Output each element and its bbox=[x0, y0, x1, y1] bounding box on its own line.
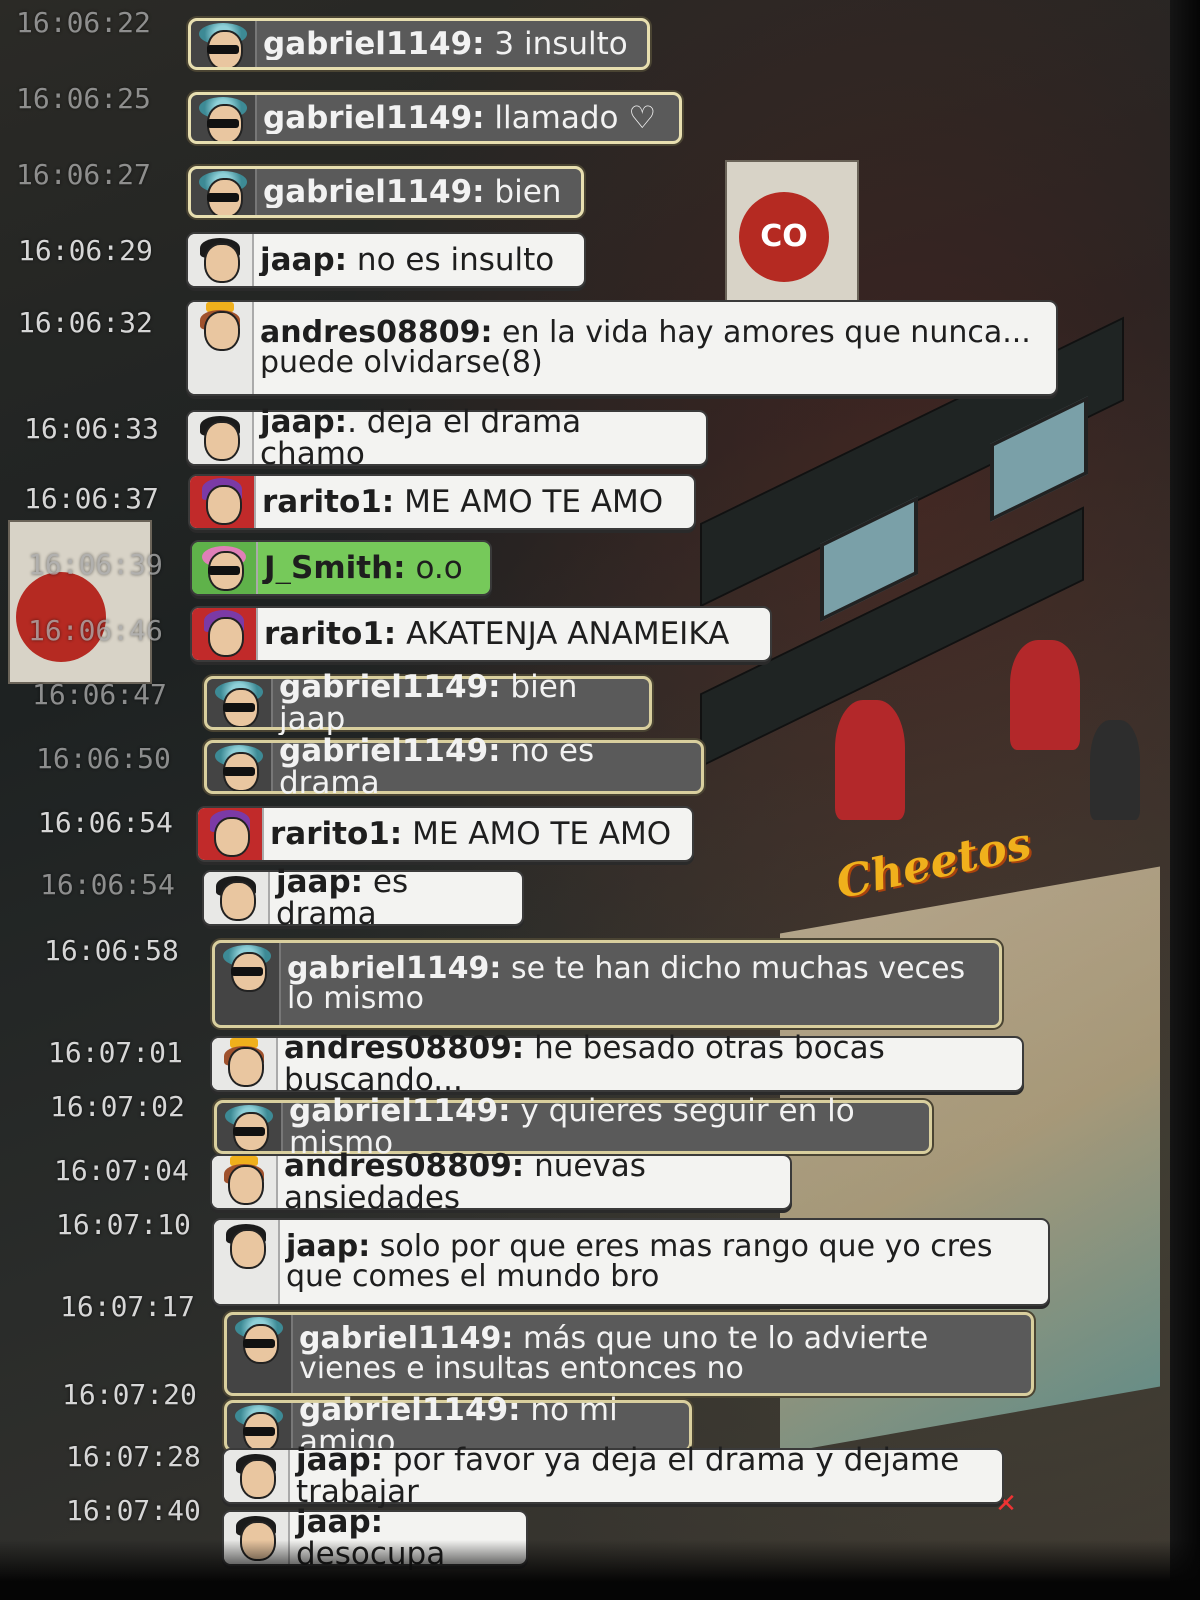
avatar bbox=[224, 1450, 290, 1502]
timestamp: 16:06:22 bbox=[16, 6, 151, 39]
chat-bubble[interactable]: gabriel1149: y quieres seguir en lo mism… bbox=[214, 1095, 932, 1159]
chat-message-text: bien bbox=[494, 176, 562, 208]
room-avatar bbox=[1010, 640, 1080, 750]
avatar bbox=[188, 412, 254, 464]
timestamp: 16:06:37 bbox=[24, 482, 159, 515]
room-avatar bbox=[835, 700, 905, 820]
chat-username: rarito1: bbox=[270, 818, 403, 850]
avatar bbox=[190, 476, 256, 528]
chat-username: gabriel1149: bbox=[289, 1095, 511, 1129]
timestamp: 16:06:58 bbox=[44, 934, 179, 967]
chat-bubble[interactable]: rarito1: ME AMO TE AMO bbox=[188, 474, 696, 530]
avatar bbox=[188, 234, 254, 286]
timestamp: 16:06:32 bbox=[18, 306, 153, 339]
avatar bbox=[191, 95, 257, 141]
timestamp: 16:07:20 bbox=[62, 1378, 197, 1411]
chat-bubble[interactable]: jaap: por favor ya deja el drama y dejam… bbox=[222, 1444, 1004, 1508]
chat-bubble[interactable]: gabriel1149: se te han dicho muchas vece… bbox=[212, 940, 1002, 1028]
timestamp: 16:06:29 bbox=[18, 234, 153, 267]
chat-bubble[interactable]: gabriel1149: no es drama bbox=[204, 735, 704, 799]
chat-bubble[interactable]: andres08809: he besado otras bocas busca… bbox=[210, 1032, 1024, 1096]
chat-bubble[interactable]: jaap:. deja el drama chamo bbox=[186, 406, 708, 470]
avatar bbox=[227, 1403, 293, 1449]
avatar bbox=[227, 1315, 293, 1393]
avatar bbox=[188, 302, 254, 394]
avatar bbox=[215, 943, 281, 1025]
timestamp: 16:07:02 bbox=[50, 1090, 185, 1123]
room-banner-left bbox=[8, 520, 152, 684]
chat-username: jaap: bbox=[276, 866, 364, 900]
avatar bbox=[191, 169, 257, 215]
chat-bubble[interactable]: gabriel1149: bien jaap bbox=[204, 671, 652, 735]
timestamp: 16:06:54 bbox=[40, 868, 175, 901]
avatar bbox=[212, 1038, 278, 1090]
chat-message-text: llamado ♡ bbox=[494, 102, 657, 134]
chat-bubble[interactable]: rarito1: AKATENJA ANAMEIKA bbox=[190, 606, 772, 662]
chat-bubble[interactable]: gabriel1149: más que uno te lo advierte … bbox=[224, 1312, 1034, 1396]
chat-message-text: solo por que eres mas rango que yo cres … bbox=[286, 1232, 993, 1292]
chat-bubble[interactable]: gabriel1149: llamado ♡ bbox=[188, 92, 682, 144]
chat-message-text: ME AMO TE AMO bbox=[404, 486, 664, 518]
chat-message-text: AKATENJA ANAMEIKA bbox=[406, 618, 730, 650]
chat-message-text: por favor ya deja el drama y dejame trab… bbox=[296, 1444, 960, 1508]
timestamp: 16:07:04 bbox=[54, 1154, 189, 1187]
avatar bbox=[192, 542, 258, 594]
avatar bbox=[214, 1220, 280, 1304]
chat-username: gabriel1149: bbox=[299, 1394, 521, 1428]
chat-bubble[interactable]: jaap: no es insulto bbox=[186, 232, 586, 288]
chat-bubble[interactable]: andres08809: en la vida hay amores que n… bbox=[186, 300, 1058, 396]
chat-bubble[interactable]: J_Smith: o.o bbox=[190, 540, 492, 596]
chat-username: gabriel1149: bbox=[279, 735, 501, 769]
chat-bubble[interactable]: jaap: solo por que eres mas rango que yo… bbox=[212, 1218, 1050, 1306]
room-banner-right: CO CA bbox=[725, 160, 859, 344]
chat-username: gabriel1149: bbox=[263, 176, 485, 208]
chat-username: J_Smith: bbox=[264, 552, 406, 584]
chat-username: jaap: bbox=[296, 1506, 384, 1540]
room-avatar bbox=[1090, 720, 1140, 820]
avatar bbox=[207, 743, 273, 791]
timestamp: 16:06:39 bbox=[28, 548, 163, 581]
timestamp: 16:07:10 bbox=[56, 1208, 191, 1241]
avatar bbox=[192, 608, 258, 660]
chat-message-text: o.o bbox=[415, 552, 463, 584]
chat-username: jaap: bbox=[260, 406, 348, 440]
chat-message-text: no es insulto bbox=[356, 244, 555, 276]
timestamp: 16:06:47 bbox=[32, 678, 167, 711]
chat-username: rarito1: bbox=[262, 486, 395, 518]
timestamp: 16:06:25 bbox=[16, 82, 151, 115]
monitor-bottom-edge bbox=[0, 1540, 1200, 1600]
chat-username: jaap: bbox=[260, 244, 348, 276]
avatar bbox=[212, 1156, 278, 1208]
timestamp: 16:06:27 bbox=[16, 158, 151, 191]
monitor-bezel bbox=[1170, 0, 1200, 1600]
avatar bbox=[191, 21, 257, 67]
chat-bubble[interactable]: rarito1: ME AMO TE AMO bbox=[196, 806, 694, 862]
avatar bbox=[198, 808, 264, 860]
timestamp: 16:07:17 bbox=[60, 1290, 195, 1323]
timestamp: 16:07:01 bbox=[48, 1036, 183, 1069]
chat-message-text: ME AMO TE AMO bbox=[412, 818, 672, 850]
chat-message-text: 3 insulto bbox=[494, 28, 628, 60]
timestamp: 16:06:46 bbox=[28, 614, 163, 647]
chat-bubble[interactable]: jaap: es drama bbox=[202, 866, 524, 930]
timestamp: 16:06:50 bbox=[36, 742, 171, 775]
banner-logo: CO CA bbox=[739, 192, 829, 344]
chat-username: andres08809: bbox=[284, 1032, 525, 1066]
timestamp: 16:06:54 bbox=[38, 806, 173, 839]
chat-bubble[interactable]: andres08809: nuevas ansiedades bbox=[210, 1150, 792, 1214]
avatar bbox=[217, 1103, 283, 1151]
chat-bubble[interactable]: gabriel1149: 3 insulto bbox=[188, 18, 650, 70]
timestamp: 16:06:33 bbox=[24, 412, 159, 445]
timestamp: 16:07:28 bbox=[66, 1440, 201, 1473]
chat-username: andres08809: bbox=[284, 1150, 525, 1184]
timestamp: 16:07:40 bbox=[66, 1494, 201, 1527]
chat-username: rarito1: bbox=[264, 618, 397, 650]
avatar bbox=[204, 872, 270, 924]
chat-username: jaap: bbox=[296, 1444, 384, 1478]
avatar bbox=[207, 679, 273, 727]
chat-username: gabriel1149: bbox=[263, 102, 485, 134]
chat-username: gabriel1149: bbox=[263, 28, 485, 60]
chat-username: gabriel1149: bbox=[279, 671, 501, 705]
chat-bubble[interactable]: gabriel1149: bien bbox=[188, 166, 584, 218]
